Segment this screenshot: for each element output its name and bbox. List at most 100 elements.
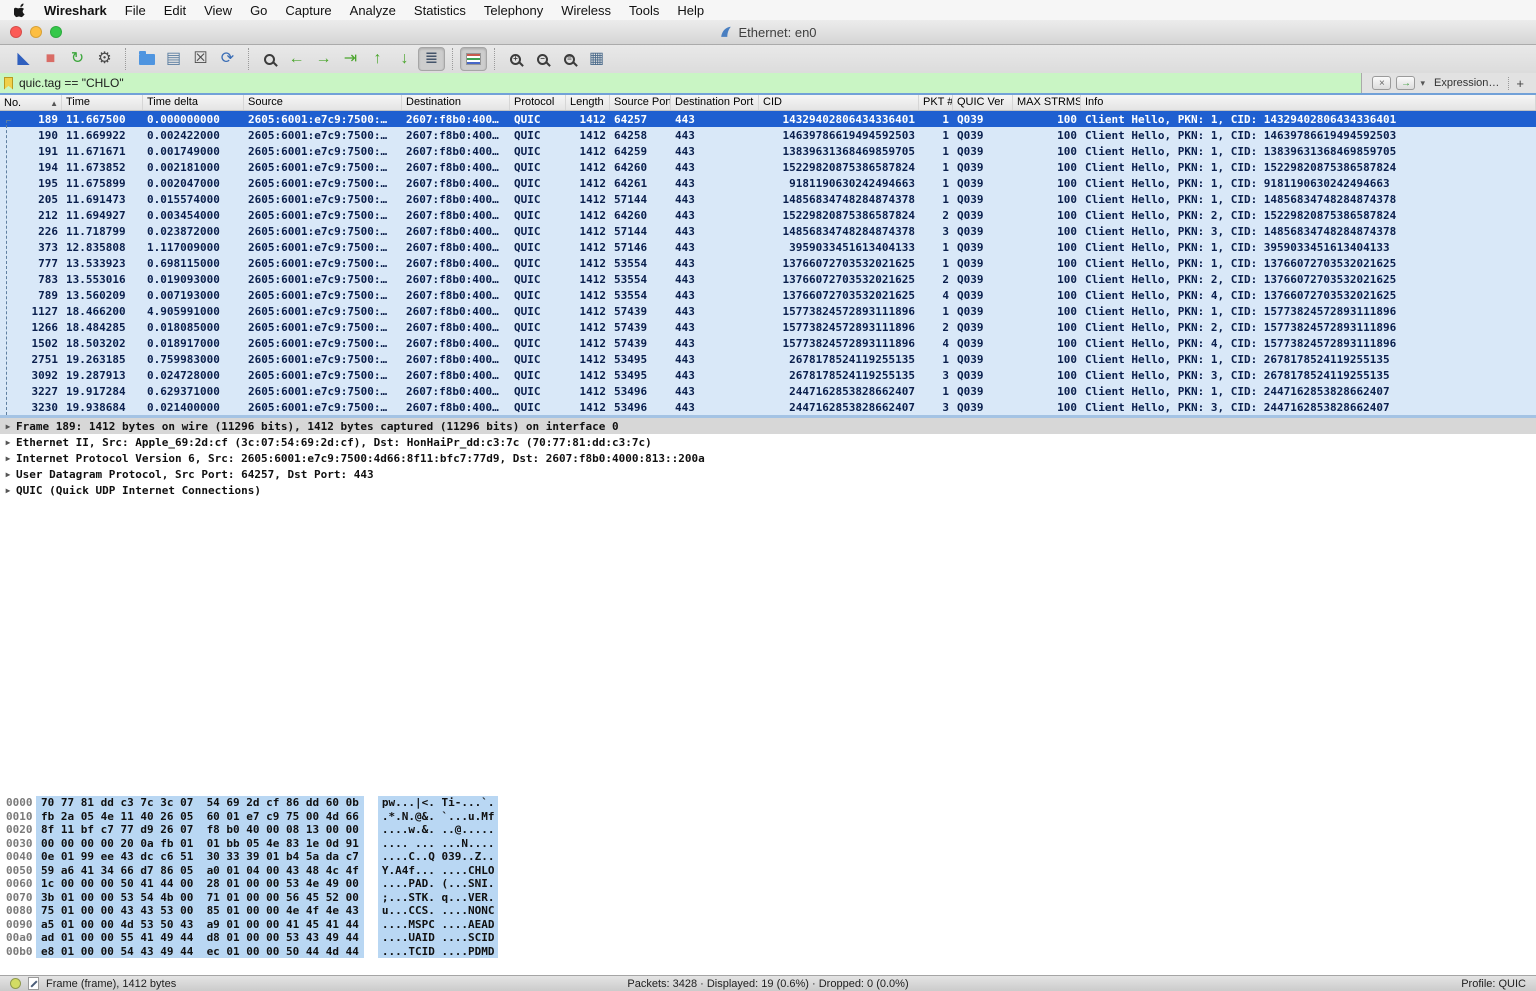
expression-button[interactable]: Expression…	[1430, 77, 1503, 89]
hex-ascii[interactable]: ....PAD. (...SNI.	[378, 877, 499, 891]
packet-row[interactable]: 37312.8358081.1170090002605:6001:e7c9:75…	[0, 239, 1536, 255]
capture-comment-icon[interactable]	[28, 977, 39, 990]
start-capture-icon[interactable]: ◣	[10, 47, 37, 71]
hex-ascii[interactable]: pw...|<. Ti-...`.	[378, 796, 499, 810]
minimize-window-button[interactable]	[30, 26, 42, 38]
hex-bytes[interactable]: 3b 01 00 00 53 54 4b 00 71 01 00 00 56 4…	[36, 891, 364, 905]
resize-columns-icon[interactable]: ▦	[583, 47, 610, 71]
hex-ascii[interactable]: ....w.&. ..@.....	[378, 823, 499, 837]
packet-row[interactable]: 78313.5530160.0190930002605:6001:e7c9:75…	[0, 271, 1536, 287]
column-header-source[interactable]: Source	[244, 95, 402, 110]
menu-item-file[interactable]: File	[116, 3, 155, 18]
packet-row[interactable]: 275119.2631850.7599830002605:6001:e7c9:7…	[0, 351, 1536, 367]
hex-bytes[interactable]: 8f 11 bf c7 77 d9 26 07 f8 b0 40 00 08 1…	[36, 823, 364, 837]
hex-bytes[interactable]: fb 2a 05 4e 11 40 26 05 60 01 e7 c9 75 0…	[36, 810, 364, 824]
menu-item-wireless[interactable]: Wireless	[552, 3, 620, 18]
hex-ascii[interactable]: .... ... ...N....	[378, 837, 499, 851]
menu-item-telephony[interactable]: Telephony	[475, 3, 552, 18]
menu-item-go[interactable]: Go	[241, 3, 276, 18]
capture-options-icon[interactable]: ⚙	[91, 47, 118, 71]
expand-arrow-icon[interactable]: ▶	[0, 422, 16, 431]
detail-line[interactable]: ▶User Datagram Protocol, Src Port: 64257…	[0, 466, 1536, 482]
add-filter-button[interactable]: +	[1514, 76, 1526, 91]
zoom-window-button[interactable]	[50, 26, 62, 38]
apple-logo-icon[interactable]	[6, 3, 35, 18]
status-profile[interactable]: Profile: QUIC	[909, 978, 1526, 990]
detail-line[interactable]: ▶Ethernet II, Src: Apple_69:2d:cf (3c:07…	[0, 434, 1536, 450]
filter-input[interactable]: quic.tag == "CHLO"	[0, 73, 1362, 93]
column-header-info[interactable]: Info	[1081, 95, 1536, 110]
menu-item-analyze[interactable]: Analyze	[341, 3, 405, 18]
filter-dropdown-caret[interactable]: ▾	[1420, 78, 1425, 89]
packet-row[interactable]: 150218.5032020.0189170002605:6001:e7c9:7…	[0, 335, 1536, 351]
menu-item-edit[interactable]: Edit	[155, 3, 195, 18]
column-header-quic_ver[interactable]: QUIC Ver	[953, 95, 1013, 110]
hex-bytes[interactable]: 1c 00 00 00 50 41 44 00 28 01 00 00 53 4…	[36, 877, 364, 891]
close-window-button[interactable]	[10, 26, 22, 38]
hex-ascii[interactable]: .*.N.@&. `...u.Mf	[378, 810, 499, 824]
go-last-icon[interactable]: ↓	[391, 47, 418, 71]
autoscroll-icon[interactable]: ≣	[418, 47, 445, 71]
column-header-protocol[interactable]: Protocol	[510, 95, 566, 110]
reload-file-icon[interactable]: ⟳	[214, 47, 241, 71]
packet-row[interactable]: 22611.7187990.0238720002605:6001:e7c9:75…	[0, 223, 1536, 239]
clear-filter-button[interactable]: ×	[1372, 76, 1391, 90]
packet-row[interactable]: 309219.2879130.0247280002605:6001:e7c9:7…	[0, 367, 1536, 383]
packet-row[interactable]: 112718.4662004.9059910002605:6001:e7c9:7…	[0, 303, 1536, 319]
menu-item-wireshark[interactable]: Wireshark	[35, 3, 116, 18]
hex-ascii[interactable]: u...CCS. ....NONC	[378, 904, 499, 918]
packet-row[interactable]: 323019.9386840.0214000002605:6001:e7c9:7…	[0, 399, 1536, 415]
packet-row[interactable]: 126618.4842850.0180850002605:6001:e7c9:7…	[0, 319, 1536, 335]
expand-arrow-icon[interactable]: ▶	[0, 454, 16, 463]
column-header-cid[interactable]: CID	[759, 95, 919, 110]
hex-bytes[interactable]: 70 77 81 dd c3 7c 3c 07 54 69 2d cf 86 d…	[36, 796, 364, 810]
hex-bytes[interactable]: a5 01 00 00 4d 53 50 43 a9 01 00 00 41 4…	[36, 918, 364, 932]
hex-ascii[interactable]: ....TCID ....PDMD	[378, 945, 499, 959]
column-header-dst_port[interactable]: Destination Port	[671, 95, 759, 110]
detail-line[interactable]: ▶QUIC (Quick UDP Internet Connections)	[0, 482, 1536, 498]
menu-item-statistics[interactable]: Statistics	[405, 3, 475, 18]
packet-row[interactable]: 21211.6949270.0034540002605:6001:e7c9:75…	[0, 207, 1536, 223]
apply-filter-button[interactable]: →	[1396, 76, 1415, 90]
expert-info-icon[interactable]	[10, 978, 21, 989]
packet-row[interactable]: 78913.5602090.0071930002605:6001:e7c9:75…	[0, 287, 1536, 303]
go-forward-icon[interactable]: →	[310, 47, 337, 71]
column-header-max_strms[interactable]: MAX STRMS	[1013, 95, 1081, 110]
column-header-time[interactable]: Time	[62, 95, 143, 110]
goto-packet-icon[interactable]: ⇥	[337, 47, 364, 71]
column-header-length[interactable]: Length	[566, 95, 610, 110]
open-file-icon[interactable]	[133, 47, 160, 71]
zoom-out-icon[interactable]: −	[529, 47, 556, 71]
packet-row[interactable]: 19111.6716710.0017490002605:6001:e7c9:75…	[0, 143, 1536, 159]
column-header-pkt[interactable]: PKT #	[919, 95, 953, 110]
packet-row[interactable]: 20511.6914730.0155740002605:6001:e7c9:75…	[0, 191, 1536, 207]
hex-ascii[interactable]: ....C..Q 039..Z..	[378, 850, 499, 864]
go-back-icon[interactable]: ←	[283, 47, 310, 71]
zoom-original-icon[interactable]: =	[556, 47, 583, 71]
save-file-icon[interactable]: ▤	[160, 47, 187, 71]
hex-ascii[interactable]: Y.A4f... ....CHLO	[378, 864, 499, 878]
menu-item-capture[interactable]: Capture	[276, 3, 340, 18]
go-first-icon[interactable]: ↑	[364, 47, 391, 71]
menu-item-tools[interactable]: Tools	[620, 3, 668, 18]
hex-ascii[interactable]: ....UAID ....SCID	[378, 931, 499, 945]
detail-line[interactable]: ▶Frame 189: 1412 bytes on wire (11296 bi…	[0, 418, 1536, 434]
hex-bytes[interactable]: 0e 01 99 ee 43 dc c6 51 30 33 39 01 b4 5…	[36, 850, 364, 864]
hex-bytes[interactable]: ad 01 00 00 55 41 49 44 d8 01 00 00 53 4…	[36, 931, 364, 945]
column-header-delta[interactable]: Time delta	[143, 95, 244, 110]
detail-line[interactable]: ▶Internet Protocol Version 6, Src: 2605:…	[0, 450, 1536, 466]
packet-row[interactable]: 77713.5339230.6981150002605:6001:e7c9:75…	[0, 255, 1536, 271]
packet-row[interactable]: 19511.6758990.0020470002605:6001:e7c9:75…	[0, 175, 1536, 191]
packet-row[interactable]: 18911.6675000.0000000002605:6001:e7c9:75…	[0, 111, 1536, 127]
restart-capture-icon[interactable]: ↻	[64, 47, 91, 71]
packet-row[interactable]: 19411.6738520.0021810002605:6001:e7c9:75…	[0, 159, 1536, 175]
hex-bytes[interactable]: 00 00 00 00 20 0a fb 01 01 bb 05 4e 83 1…	[36, 837, 364, 851]
expand-arrow-icon[interactable]: ▶	[0, 438, 16, 447]
hex-bytes[interactable]: e8 01 00 00 54 43 49 44 ec 01 00 00 50 4…	[36, 945, 364, 959]
menu-item-help[interactable]: Help	[668, 3, 713, 18]
hex-bytes[interactable]: 59 a6 41 34 66 d7 86 05 a0 01 04 00 43 4…	[36, 864, 364, 878]
expand-arrow-icon[interactable]: ▶	[0, 470, 16, 479]
column-header-src_port[interactable]: Source Port	[610, 95, 671, 110]
column-header-no[interactable]: No.▲	[0, 95, 62, 110]
packet-row[interactable]: 322719.9172840.6293710002605:6001:e7c9:7…	[0, 383, 1536, 399]
